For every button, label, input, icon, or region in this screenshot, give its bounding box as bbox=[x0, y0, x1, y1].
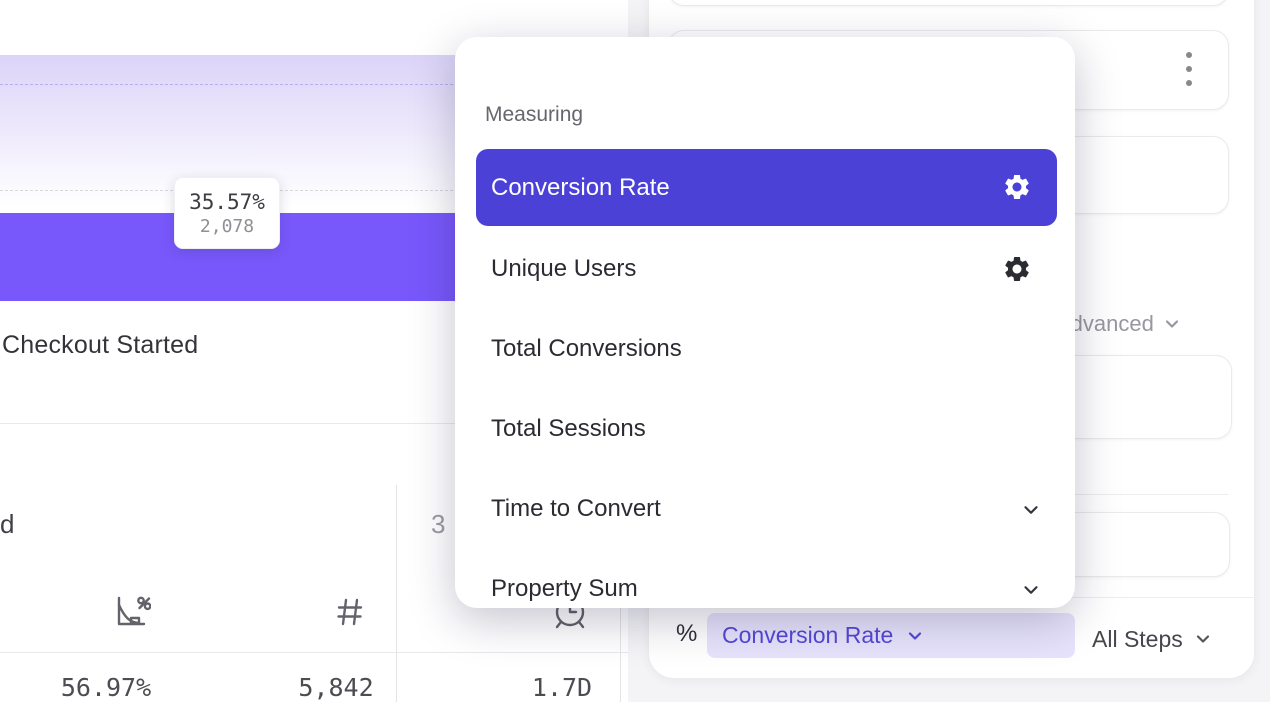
steps-selector-label: All Steps bbox=[1092, 626, 1183, 653]
chevron-down-icon bbox=[1020, 499, 1042, 521]
menu-item-property-sum[interactable]: Property Sum bbox=[476, 551, 1057, 627]
table-step-header-left: d bbox=[0, 509, 14, 540]
menu-item-label: Total Sessions bbox=[491, 415, 646, 443]
count-value: 5,842 bbox=[280, 673, 392, 702]
menu-item-label: Time to Convert bbox=[491, 495, 661, 523]
conversion-rate-icon bbox=[111, 592, 151, 632]
step-options-kebab-icon[interactable] bbox=[1178, 52, 1200, 86]
chart-tooltip: 35.57% 2,078 bbox=[174, 177, 280, 249]
dropdown-header: Measuring bbox=[485, 103, 583, 127]
menu-item-label: Unique Users bbox=[491, 255, 636, 283]
step-label: Checkout Started bbox=[2, 331, 198, 360]
menu-item-label: Total Conversions bbox=[491, 335, 682, 363]
table-column-divider bbox=[396, 485, 397, 702]
menu-item-unique-users[interactable]: Unique Users bbox=[476, 231, 1057, 307]
measuring-dropdown: Measuring Conversion Rate Unique Users T… bbox=[455, 37, 1075, 608]
menu-item-total-conversions[interactable]: Total Conversions bbox=[476, 311, 1057, 387]
menu-item-conversion-rate[interactable]: Conversion Rate bbox=[476, 149, 1057, 226]
table-step-header-right: 3 bbox=[431, 509, 445, 540]
menu-item-time-to-convert[interactable]: Time to Convert bbox=[476, 471, 1057, 547]
step-row-card[interactable] bbox=[668, 0, 1229, 6]
steps-selector[interactable]: All Steps bbox=[1092, 625, 1213, 653]
gear-icon[interactable] bbox=[1002, 254, 1032, 284]
menu-item-label: Property Sum bbox=[491, 575, 638, 603]
chevron-down-icon bbox=[1162, 314, 1182, 334]
menu-item-total-sessions[interactable]: Total Sessions bbox=[476, 391, 1057, 467]
tooltip-percent: 35.57% bbox=[189, 190, 265, 214]
menu-item-label: Conversion Rate bbox=[491, 174, 670, 202]
time-to-convert-value: 1.7D bbox=[516, 673, 608, 702]
table-row-divider bbox=[0, 652, 628, 653]
chevron-down-icon bbox=[1193, 629, 1213, 649]
tooltip-count: 2,078 bbox=[200, 216, 254, 237]
chevron-down-icon bbox=[905, 626, 925, 646]
hash-icon bbox=[333, 595, 367, 629]
conversion-rate-value: 56.97% bbox=[40, 673, 172, 702]
funnel-report-screen: 35.57% 2,078 Checkout Started d 3 bbox=[0, 0, 1270, 702]
chevron-down-icon bbox=[1020, 579, 1042, 601]
gear-icon[interactable] bbox=[1002, 172, 1032, 202]
